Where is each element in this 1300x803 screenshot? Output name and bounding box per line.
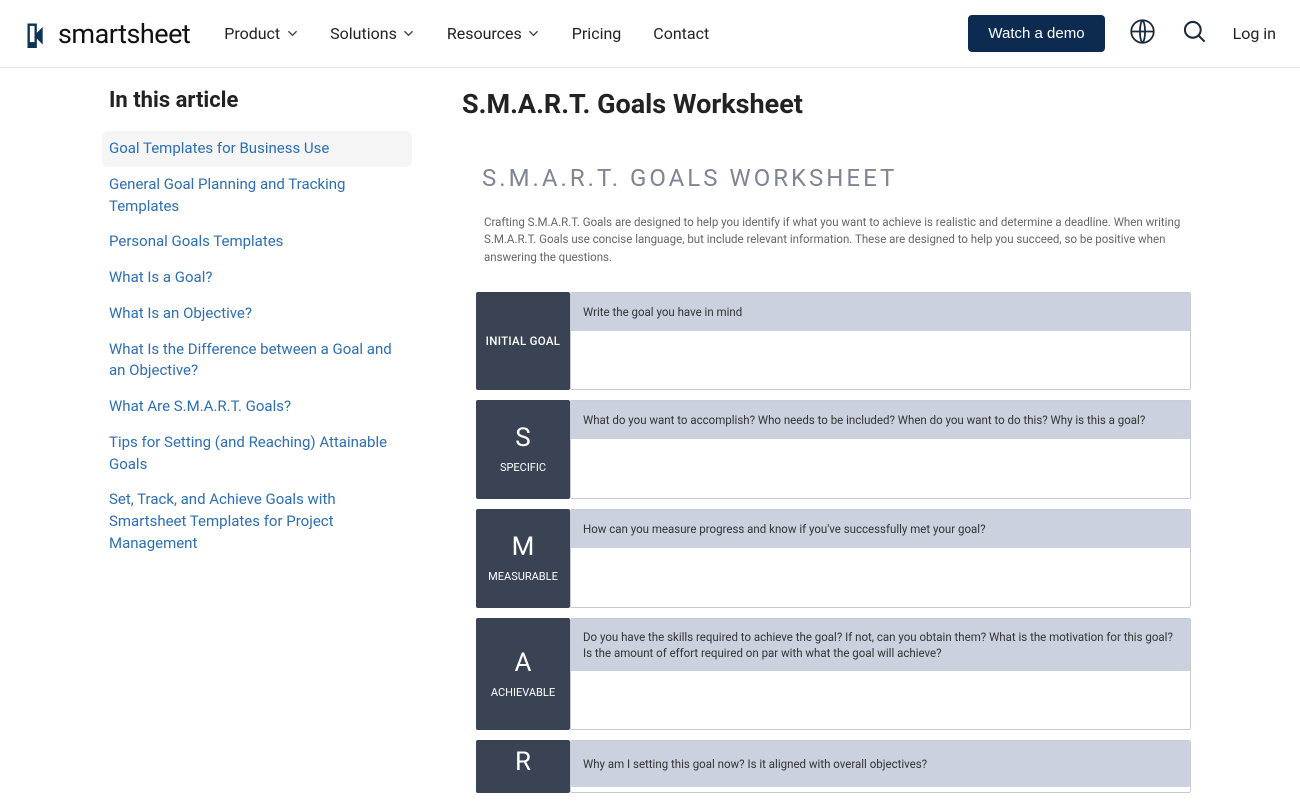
toc-title: In this article	[102, 88, 412, 113]
toc-item-what-is-objective[interactable]: What Is an Objective?	[102, 296, 412, 332]
worksheet-letter-r: R	[515, 748, 531, 777]
worksheet-row-relevant: R Why am I setting this goal now? Is it …	[476, 740, 1191, 793]
worksheet-label-achievable-text: ACHIEVABLE	[491, 686, 555, 699]
toc-item-business-use[interactable]: Goal Templates for Business Use	[102, 131, 412, 167]
worksheet-heading: S.M.A.R.T. GOALS WORKSHEET	[476, 164, 1191, 192]
header-actions: Watch a demo Log in	[968, 15, 1276, 52]
language-button[interactable]	[1129, 20, 1157, 48]
logo-mark-icon	[24, 20, 52, 48]
globe-icon	[1129, 18, 1156, 49]
worksheet-fields-relevant: Why am I setting this goal now? Is it al…	[570, 740, 1191, 793]
nav-resources[interactable]: Resources	[447, 24, 540, 43]
nav-product[interactable]: Product	[224, 24, 298, 43]
worksheet-letter-a: A	[515, 649, 532, 678]
worksheet-prompt-specific: What do you want to accomplish? Who need…	[571, 401, 1190, 439]
worksheet-fields-specific: What do you want to accomplish? Who need…	[570, 400, 1191, 499]
toc-item-tips[interactable]: Tips for Setting (and Reaching) Attainab…	[102, 425, 412, 483]
worksheet-letter-s: S	[515, 424, 530, 453]
worksheet-row-achievable: A ACHIEVABLE Do you have the skills requ…	[476, 618, 1191, 730]
article-content: S.M.A.R.T. Goals Worksheet S.M.A.R.T. GO…	[462, 88, 1205, 803]
worksheet-input-initial[interactable]	[571, 331, 1190, 389]
toc-list: Goal Templates for Business Use General …	[102, 131, 412, 562]
nav-solutions[interactable]: Solutions	[330, 24, 415, 43]
chevron-down-icon	[403, 28, 415, 40]
worksheet-prompt-measurable: How can you measure progress and know if…	[571, 510, 1190, 548]
worksheet-fields-measurable: How can you measure progress and know if…	[570, 509, 1191, 608]
login-link[interactable]: Log in	[1233, 24, 1276, 43]
nav-product-label: Product	[224, 24, 280, 43]
nav-contact[interactable]: Contact	[653, 24, 709, 43]
worksheet-row-specific: S SPECIFIC What do you want to accomplis…	[476, 400, 1191, 499]
toc-item-general-planning[interactable]: General Goal Planning and Tracking Templ…	[102, 167, 412, 225]
worksheet-intro: Crafting S.M.A.R.T. Goals are designed t…	[476, 214, 1191, 266]
worksheet-label-specific-text: SPECIFIC	[500, 461, 546, 474]
nav-pricing-label: Pricing	[572, 24, 622, 43]
toc-item-difference[interactable]: What Is the Difference between a Goal an…	[102, 332, 412, 390]
worksheet-prompt-relevant: Why am I setting this goal now? Is it al…	[571, 741, 1190, 787]
chevron-down-icon	[286, 28, 298, 40]
worksheet-label-measurable: M MEASURABLE	[476, 509, 570, 608]
worksheet-input-achievable[interactable]	[571, 671, 1190, 729]
article-toc-sidebar: In this article Goal Templates for Busin…	[102, 88, 412, 803]
smart-goals-worksheet: S.M.A.R.T. GOALS WORKSHEET Crafting S.M.…	[462, 150, 1205, 793]
nav-pricing[interactable]: Pricing	[572, 24, 622, 43]
toc-item-set-track[interactable]: Set, Track, and Achieve Goals with Smart…	[102, 482, 412, 561]
search-button[interactable]	[1181, 20, 1209, 48]
nav-contact-label: Contact	[653, 24, 709, 43]
primary-nav: Product Solutions Resources Pricing Cont…	[224, 24, 709, 43]
worksheet-letter-m: M	[512, 533, 535, 562]
worksheet-prompt-achievable: Do you have the skills required to achie…	[571, 619, 1190, 671]
worksheet-input-measurable[interactable]	[571, 548, 1190, 607]
toc-item-personal-goals[interactable]: Personal Goals Templates	[102, 224, 412, 260]
worksheet-label-initial: INITIAL GOAL	[476, 292, 570, 390]
search-icon	[1181, 18, 1208, 49]
watch-demo-button[interactable]: Watch a demo	[968, 15, 1104, 52]
worksheet-label-specific: S SPECIFIC	[476, 400, 570, 499]
toc-item-what-is-goal[interactable]: What Is a Goal?	[102, 260, 412, 296]
toc-item-smart-goals[interactable]: What Are S.M.A.R.T. Goals?	[102, 389, 412, 425]
logo-text: smartsheet	[58, 18, 190, 50]
worksheet-fields-initial: Write the goal you have in mind	[570, 292, 1191, 390]
chevron-down-icon	[528, 28, 540, 40]
worksheet-row-initial: INITIAL GOAL Write the goal you have in …	[476, 292, 1191, 390]
page-title: S.M.A.R.T. Goals Worksheet	[462, 88, 1205, 120]
worksheet-input-specific[interactable]	[571, 439, 1190, 498]
worksheet-label-relevant: R	[476, 740, 570, 793]
worksheet-label-measurable-text: MEASURABLE	[488, 570, 558, 583]
worksheet-prompt-initial: Write the goal you have in mind	[571, 293, 1190, 331]
worksheet-fields-achievable: Do you have the skills required to achie…	[570, 618, 1191, 730]
nav-solutions-label: Solutions	[330, 24, 397, 43]
site-header: smartsheet Product Solutions Resources P…	[0, 0, 1300, 68]
worksheet-row-measurable: M MEASURABLE How can you measure progres…	[476, 509, 1191, 608]
nav-resources-label: Resources	[447, 24, 522, 43]
brand-logo[interactable]: smartsheet	[24, 18, 190, 50]
worksheet-label-achievable: A ACHIEVABLE	[476, 618, 570, 730]
worksheet-label-initial-text: INITIAL GOAL	[486, 333, 561, 349]
